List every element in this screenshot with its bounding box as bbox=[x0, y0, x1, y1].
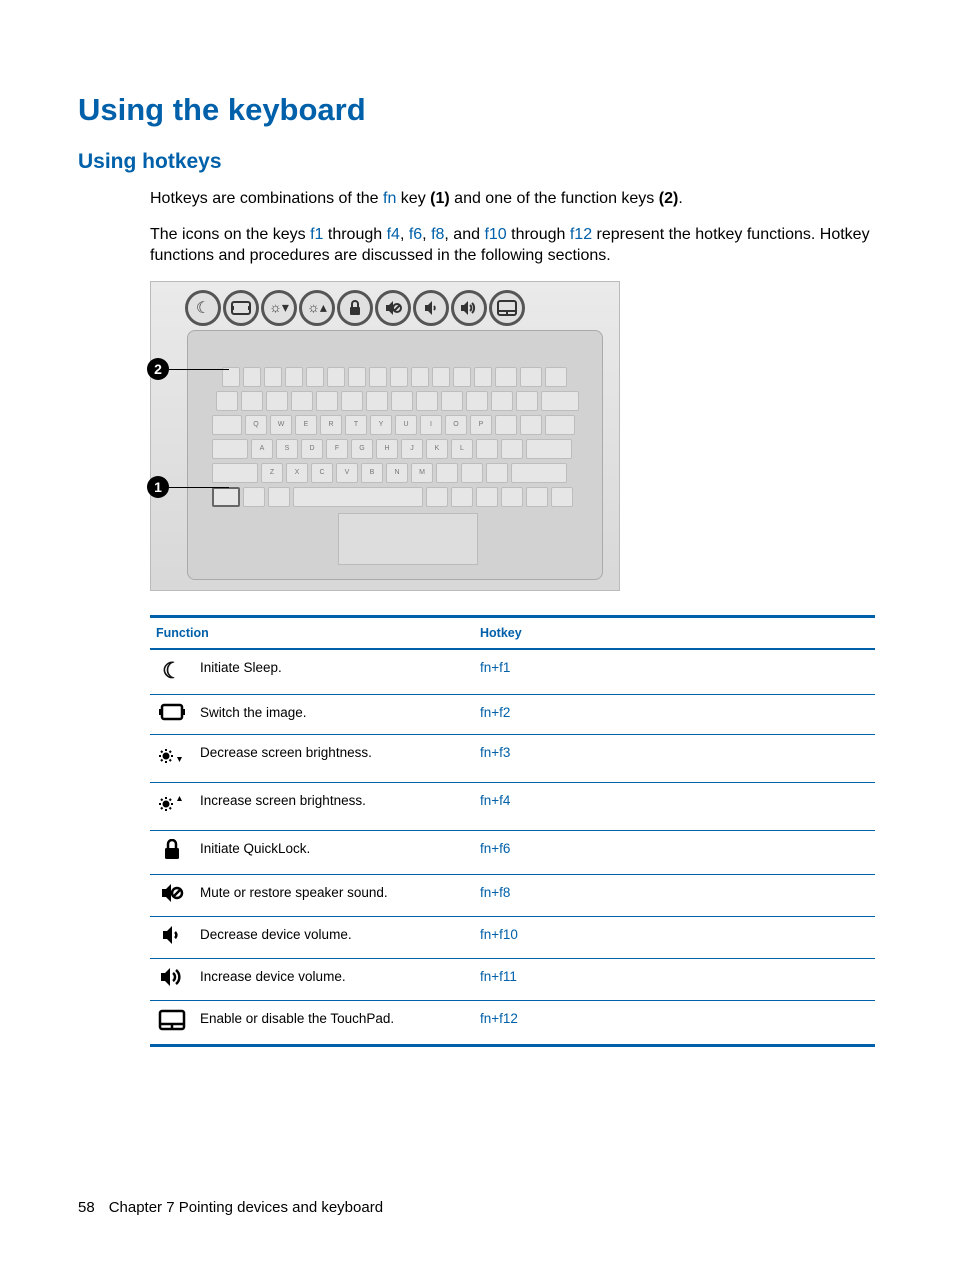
f8-key-text: f8 bbox=[431, 226, 444, 243]
table-row: Mute or restore speaker sound.fn+f8 bbox=[150, 874, 875, 916]
function-cell: Switch the image. bbox=[194, 694, 474, 734]
f10-key-text: f10 bbox=[484, 226, 506, 243]
callout-marker-1: 1 bbox=[147, 476, 169, 498]
hotkey-cell: fn+f6 bbox=[474, 830, 875, 874]
text: , bbox=[422, 226, 431, 243]
bright-down-icon bbox=[150, 734, 194, 782]
text: The icons on the keys bbox=[150, 226, 310, 243]
fn-key-text: fn bbox=[383, 190, 396, 207]
table-row: Increase screen brightness.fn+f4 bbox=[150, 782, 875, 830]
function-cell: Initiate QuickLock. bbox=[194, 830, 474, 874]
volume-down-icon bbox=[413, 290, 449, 326]
callout-marker-2: 2 bbox=[147, 358, 169, 380]
f4-key-text: f4 bbox=[387, 226, 400, 243]
intro-paragraph-1: Hotkeys are combinations of the fn key (… bbox=[150, 188, 876, 210]
hotkey-cell: fn+f4 bbox=[474, 782, 875, 830]
hotkey-table: Function Hotkey ☾Initiate Sleep.fn+f1Swi… bbox=[150, 615, 875, 1047]
hotkey-cell: fn+f3 bbox=[474, 734, 875, 782]
volume-up-icon bbox=[451, 290, 487, 326]
vol-down-icon bbox=[150, 916, 194, 958]
lock-icon bbox=[150, 830, 194, 874]
text: , and bbox=[444, 226, 484, 243]
vol-up-icon bbox=[150, 958, 194, 1000]
function-cell: Enable or disable the TouchPad. bbox=[194, 1000, 474, 1045]
brightness-up-icon: ☼▴ bbox=[299, 290, 335, 326]
text: key bbox=[396, 190, 430, 207]
table-header-row: Function Hotkey bbox=[150, 616, 875, 649]
laptop-illustration: QWERTYUIOP ASDFGHJKL ZXCVBNM bbox=[187, 330, 603, 580]
bright-up-icon bbox=[150, 782, 194, 830]
page-title: Using the keyboard bbox=[78, 92, 876, 128]
table-row: Increase device volume.fn+f11 bbox=[150, 958, 875, 1000]
f1-key-text: f1 bbox=[310, 226, 323, 243]
touchpad-icon bbox=[489, 290, 525, 326]
intro-paragraph-2: The icons on the keys f1 through f4, f6,… bbox=[150, 224, 876, 267]
callout-ref-2: (2) bbox=[659, 190, 679, 207]
text: Hotkeys are combinations of the bbox=[150, 190, 383, 207]
function-key-icons-row: ☾ ☼▾ ☼▴ bbox=[185, 290, 525, 326]
callout-ref-1: (1) bbox=[430, 190, 450, 207]
touchpad-icon bbox=[150, 1000, 194, 1045]
mute-icon bbox=[150, 874, 194, 916]
table-row: ☾Initiate Sleep.fn+f1 bbox=[150, 649, 875, 695]
text: . bbox=[678, 190, 682, 207]
section-heading: Using hotkeys bbox=[78, 150, 876, 174]
table-row: Initiate QuickLock.fn+f6 bbox=[150, 830, 875, 874]
th-hotkey: Hotkey bbox=[474, 616, 875, 649]
function-cell: Increase device volume. bbox=[194, 958, 474, 1000]
function-cell: Decrease screen brightness. bbox=[194, 734, 474, 782]
chapter-title: Chapter 7 Pointing devices and keyboard bbox=[109, 1199, 383, 1216]
function-cell: Initiate Sleep. bbox=[194, 649, 474, 695]
table-row: Decrease screen brightness.fn+f3 bbox=[150, 734, 875, 782]
text: through bbox=[507, 226, 570, 243]
hotkey-cell: fn+f12 bbox=[474, 1000, 875, 1045]
keyboard-figure: ☾ ☼▾ ☼▴ QWERTYUIOP ASDFGHJKL bbox=[150, 281, 620, 591]
hotkey-cell: fn+f8 bbox=[474, 874, 875, 916]
switch-image-icon bbox=[223, 290, 259, 326]
hotkey-cell: fn+f10 bbox=[474, 916, 875, 958]
brightness-down-icon: ☼▾ bbox=[261, 290, 297, 326]
page-footer: 58 Chapter 7 Pointing devices and keyboar… bbox=[78, 1199, 383, 1216]
hotkey-cell: fn+f2 bbox=[474, 694, 875, 734]
function-cell: Increase screen brightness. bbox=[194, 782, 474, 830]
th-function: Function bbox=[150, 616, 474, 649]
text: , bbox=[400, 226, 409, 243]
table-row: Enable or disable the TouchPad.fn+f12 bbox=[150, 1000, 875, 1045]
trackpad-illustration bbox=[338, 513, 478, 565]
mute-icon bbox=[375, 290, 411, 326]
sleep-icon: ☾ bbox=[150, 649, 194, 695]
table-row: Switch the image.fn+f2 bbox=[150, 694, 875, 734]
f6-key-text: f6 bbox=[409, 226, 422, 243]
text: and one of the function keys bbox=[450, 190, 659, 207]
callout-line bbox=[169, 369, 229, 370]
function-cell: Decrease device volume. bbox=[194, 916, 474, 958]
page-number: 58 bbox=[78, 1199, 95, 1216]
f12-key-text: f12 bbox=[570, 226, 592, 243]
sleep-icon: ☾ bbox=[185, 290, 221, 326]
switch-icon bbox=[150, 694, 194, 734]
lock-icon bbox=[337, 290, 373, 326]
table-row: Decrease device volume.fn+f10 bbox=[150, 916, 875, 958]
text: through bbox=[323, 226, 386, 243]
hotkey-cell: fn+f1 bbox=[474, 649, 875, 695]
callout-line bbox=[169, 487, 229, 488]
hotkey-cell: fn+f11 bbox=[474, 958, 875, 1000]
function-cell: Mute or restore speaker sound. bbox=[194, 874, 474, 916]
